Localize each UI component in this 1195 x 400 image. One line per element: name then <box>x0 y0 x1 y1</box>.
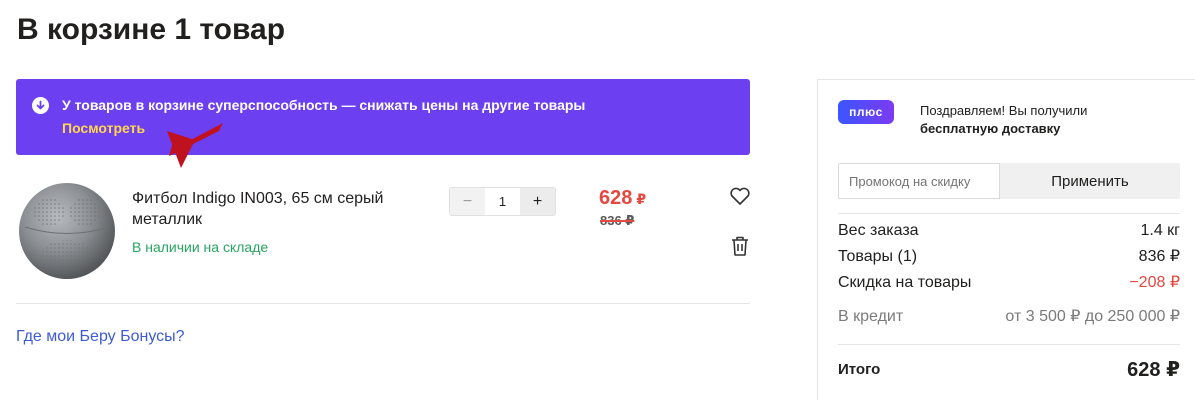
summary-row-items: Товары (1) 836 ₽ <box>838 247 1180 267</box>
free-delivery-message: Поздравляем! Вы получили бесплатную дост… <box>920 102 1087 138</box>
order-summary: плюс Поздравляем! Вы получили бесплатную… <box>817 79 1195 400</box>
current-price-value: 628 <box>599 187 633 209</box>
free-delivery-line1: Поздравляем! Вы получили <box>920 103 1088 118</box>
page-title: В корзине 1 товар <box>17 13 286 46</box>
summary-row-weight: Вес заказа 1.4 кг <box>838 221 1180 241</box>
promo-view-link[interactable]: Посмотреть <box>62 119 145 137</box>
summary-row-value: от 3 500 ₽ до 250 000 ₽ <box>1005 308 1180 325</box>
total-value: 628 ₽ <box>1127 359 1180 381</box>
summary-row-discount: Скидка на товары −208 ₽ <box>838 273 1180 293</box>
annotation-arrow-icon <box>167 123 223 168</box>
summary-row-credit[interactable]: В кредит от 3 500 ₽ до 250 000 ₽ <box>838 307 1180 327</box>
total-label: Итого <box>838 361 881 378</box>
summary-row-label: Вес заказа <box>838 222 919 239</box>
summary-divider <box>838 344 1180 345</box>
summary-divider <box>838 213 1180 214</box>
stock-status: В наличии на складе <box>132 239 269 255</box>
trash-icon[interactable] <box>731 236 749 256</box>
old-price: 836 ₽ <box>600 213 635 228</box>
arrow-down-circle-icon <box>32 97 49 114</box>
summary-row-label: Скидка на товары <box>838 274 972 291</box>
promo-banner: У товаров в корзине суперспособность — с… <box>16 79 750 155</box>
promo-banner-text: У товаров в корзине суперспособность — с… <box>62 97 586 113</box>
divider <box>16 303 750 304</box>
current-price-currency: ₽ <box>636 191 647 207</box>
promo-code-input[interactable] <box>838 163 1000 199</box>
product-name[interactable]: Фитбол Indigo IN003, 65 см серый металли… <box>132 188 412 230</box>
summary-row-value: 836 ₽ <box>1138 248 1180 265</box>
summary-row-value: −208 ₽ <box>1129 274 1180 291</box>
increase-quantity-button[interactable]: + <box>520 188 555 215</box>
bonus-link[interactable]: Где мои Беру Бонусы? <box>16 327 185 347</box>
quantity-stepper: − 1 + <box>449 187 556 216</box>
decrease-quantity-button[interactable]: − <box>450 188 485 215</box>
plus-badge: плюс <box>838 100 904 126</box>
summary-row-total: Итого 628 ₽ <box>838 360 1180 380</box>
free-delivery-line2: бесплатную доставку <box>920 121 1061 136</box>
summary-row-value: 1.4 кг <box>1140 222 1180 239</box>
product-image[interactable] <box>17 182 117 280</box>
summary-row-label: В кредит <box>838 308 904 325</box>
current-price: 628 ₽ <box>599 186 646 211</box>
heart-icon[interactable] <box>729 186 751 206</box>
plus-badge-label: плюс <box>838 100 894 124</box>
quantity-value[interactable]: 1 <box>485 188 520 215</box>
summary-row-label: Товары (1) <box>838 248 918 265</box>
apply-promo-button[interactable]: Применить <box>1000 163 1180 199</box>
